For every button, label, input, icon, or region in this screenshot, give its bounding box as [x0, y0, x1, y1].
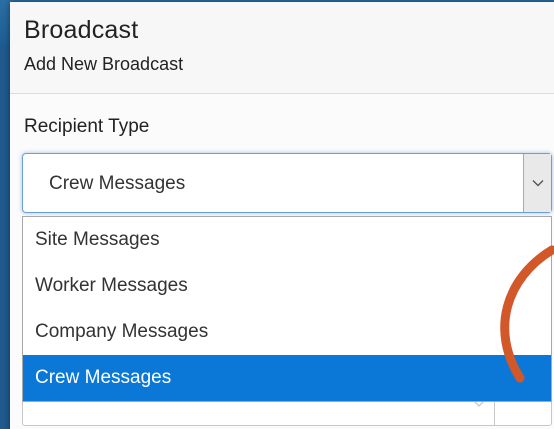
- option-crew-messages[interactable]: Crew Messages: [23, 355, 551, 401]
- recipient-type-value: Crew Messages: [49, 173, 186, 194]
- recipient-type-select[interactable]: Crew Messages: [22, 153, 552, 213]
- chevron-down-icon[interactable]: [523, 154, 551, 212]
- recipient-type-dropdown: Site Messages Worker Messages Company Me…: [22, 216, 552, 402]
- option-worker-messages[interactable]: Worker Messages: [23, 263, 551, 309]
- broadcast-panel: Broadcast Add New Broadcast Recipient Ty…: [10, 2, 554, 429]
- option-site-messages[interactable]: Site Messages: [23, 217, 551, 263]
- panel-header: Broadcast Add New Broadcast: [10, 2, 554, 94]
- page-title: Broadcast: [24, 16, 139, 44]
- recipient-type-label: Recipient Type: [24, 116, 150, 137]
- option-company-messages[interactable]: Company Messages: [23, 309, 551, 355]
- page-subtitle: Add New Broadcast: [24, 54, 184, 74]
